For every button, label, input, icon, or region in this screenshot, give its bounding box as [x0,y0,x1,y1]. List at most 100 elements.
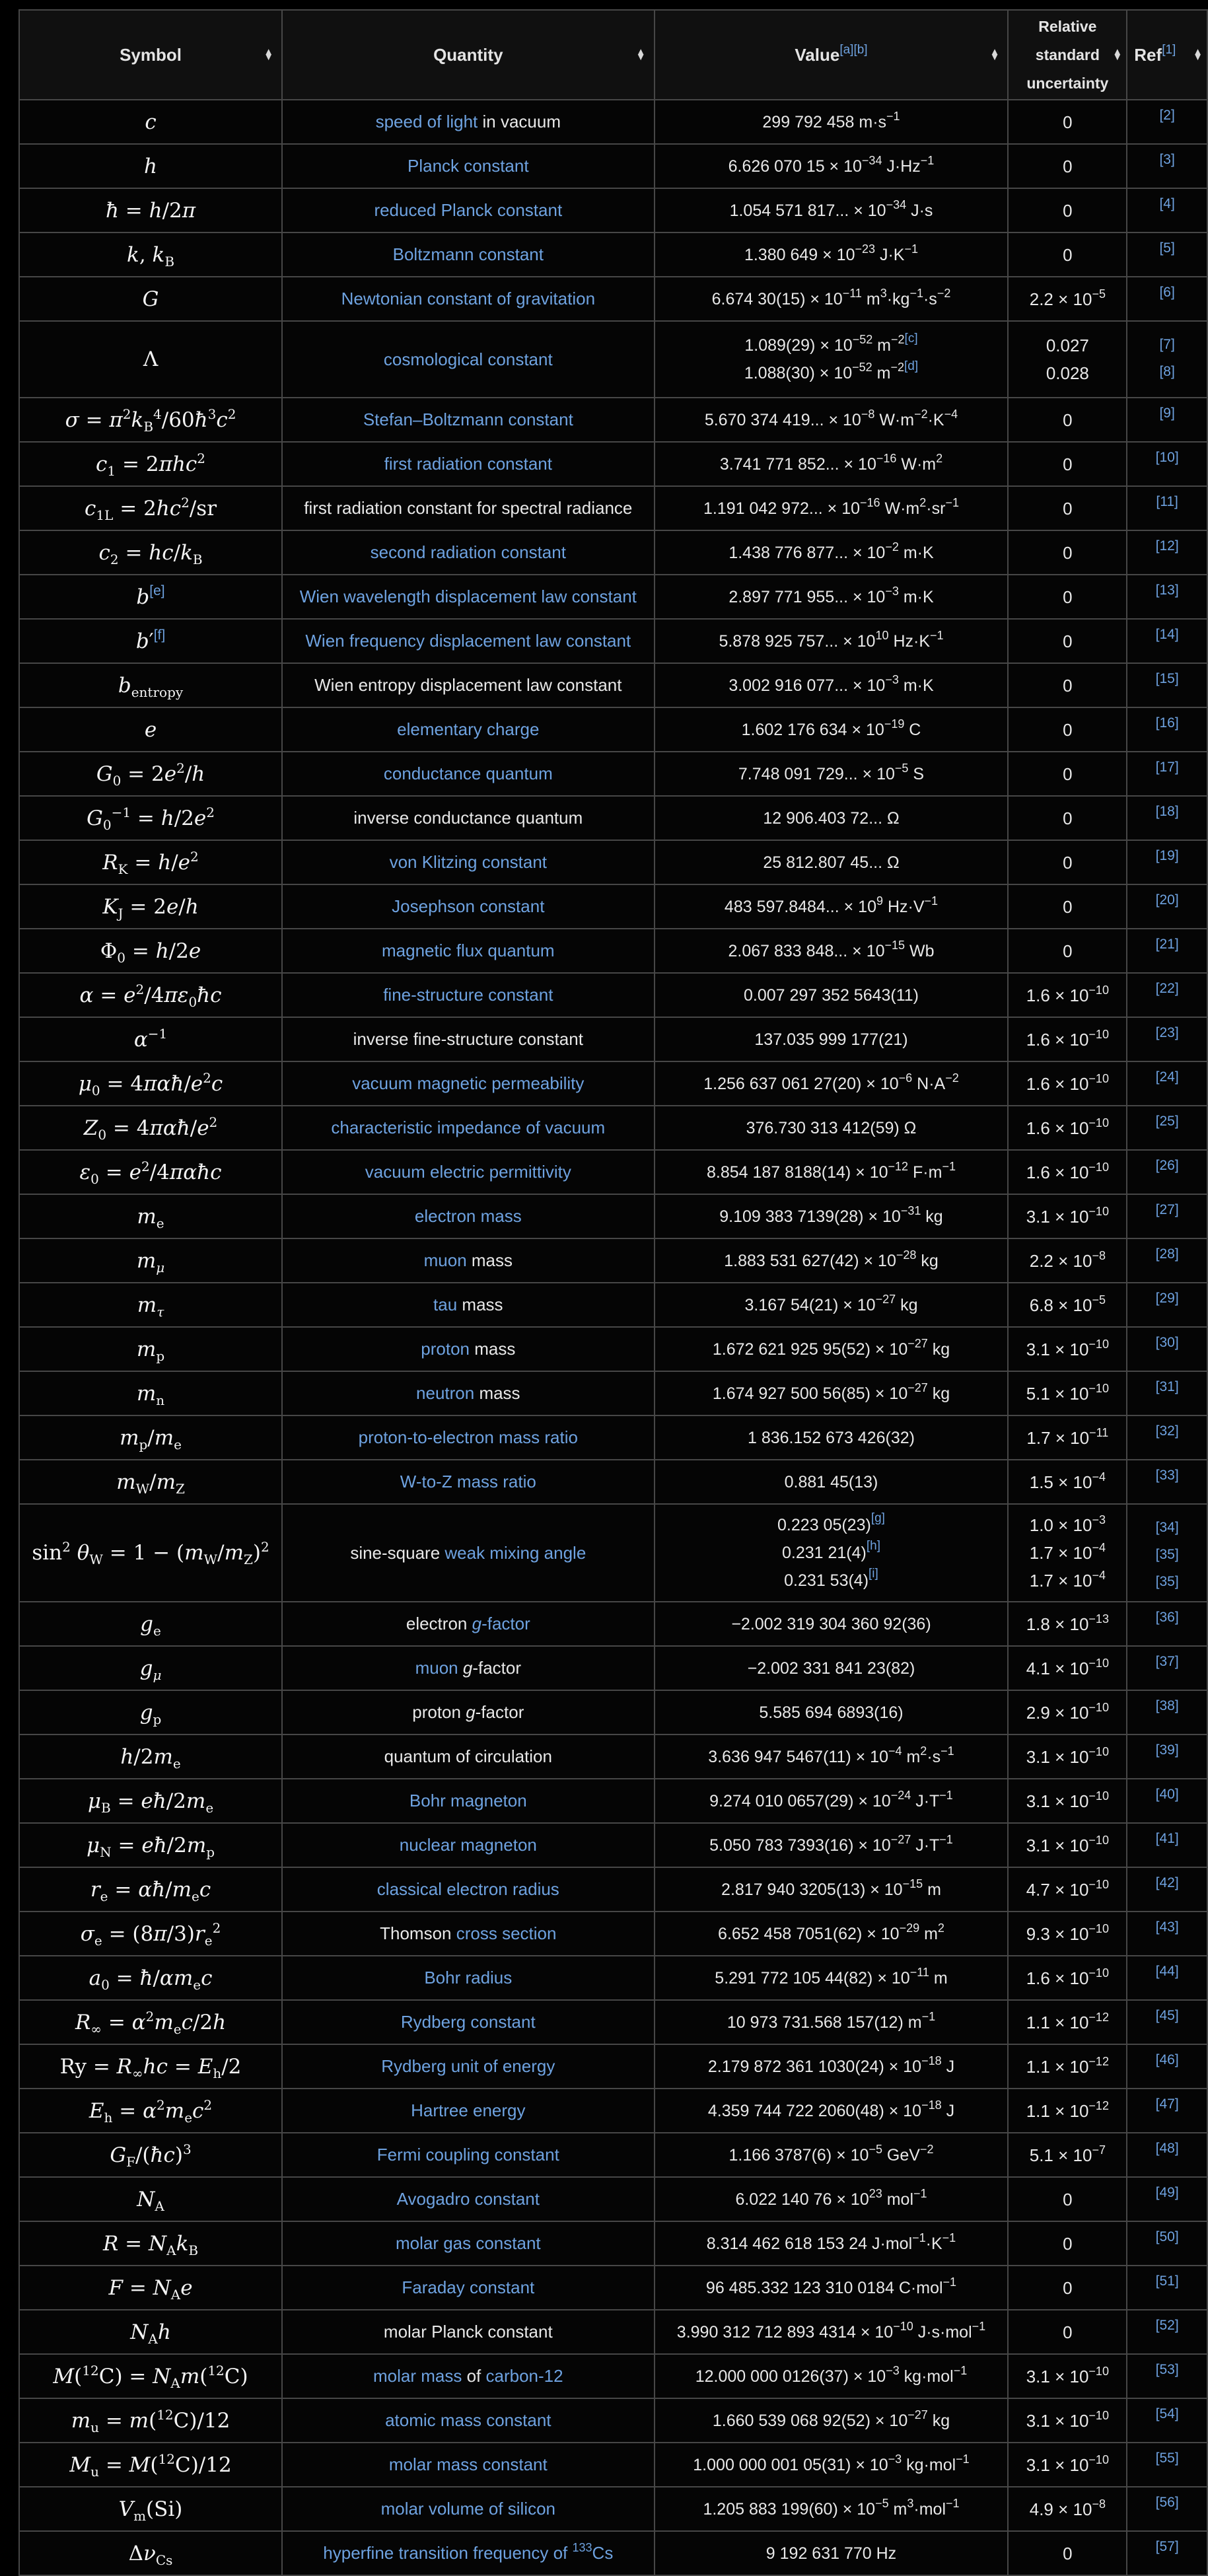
reference-link[interactable]: [57] [1131,2540,1203,2554]
reference-link[interactable]: [49] [1131,2186,1203,2200]
quantity-link[interactable]: proton-to-electron mass ratio [359,1427,578,1447]
quantity-link[interactable]: Fermi coupling constant [377,2145,559,2165]
reference-link[interactable]: [34] [1131,1514,1203,1541]
quantity-link[interactable]: Rydberg constant [401,2012,536,2032]
quantity-link[interactable]: molar mass [373,2366,462,2386]
reference-link[interactable]: [2] [1131,108,1203,122]
quantity-link[interactable]: Josephson constant [392,896,544,916]
quantity-link[interactable]: elementary charge [397,719,539,739]
reference-link[interactable]: [24] [1131,1070,1203,1084]
reference-link[interactable]: [52] [1131,2318,1203,2332]
reference-link[interactable]: [31] [1131,1380,1203,1394]
quantity-link[interactable]: conductance quantum [384,764,553,783]
quantity-link[interactable]: magnetic flux quantum [382,941,555,960]
quantity-link[interactable]: Wien wavelength displacement law constan… [300,587,637,606]
reference-link[interactable]: [38] [1131,1699,1203,1713]
reference-link[interactable]: [44] [1131,1964,1203,1978]
reference-link[interactable]: [35] [1131,1541,1203,1568]
reference-link[interactable]: [48] [1131,2141,1203,2155]
reference-link[interactable]: [56] [1131,2495,1203,2509]
reference-link[interactable]: [43] [1131,1920,1203,1934]
quantity-link[interactable]: nuclear magneton [400,1835,537,1855]
quantity-link[interactable]: molar volume of silicon [381,2499,555,2519]
column-header-ref[interactable]: Ref[1] ▲ ▼ [1126,9,1208,100]
reference-link[interactable]: [7] [1131,331,1203,358]
value-footnote-link[interactable]: [a][b] [839,43,867,57]
reference-link[interactable]: [46] [1131,2053,1203,2067]
quantity-link[interactable]: electron mass [415,1206,522,1226]
footnote-link[interactable]: [f] [154,627,166,643]
quantity-link[interactable]: characteristic impedance of vacuum [331,1118,605,1137]
reference-link[interactable]: [14] [1131,627,1203,641]
column-header-value[interactable]: Value[a][b] ▲ ▼ [653,9,1009,100]
reference-link[interactable]: [36] [1131,1610,1203,1624]
quantity-link[interactable]: hyperfine transition frequency of 133Cs [323,2542,613,2563]
quantity-link[interactable]: -factor [481,1614,530,1633]
reference-link[interactable]: [54] [1131,2407,1203,2421]
quantity-link[interactable]: Wien frequency displacement law constant [305,631,631,651]
reference-link[interactable]: [37] [1131,1655,1203,1668]
reference-link[interactable]: [9] [1131,406,1203,420]
quantity-link[interactable]: atomic mass constant [385,2410,551,2430]
quantity-link[interactable]: W-to-Z mass ratio [400,1472,536,1491]
reference-link[interactable]: [40] [1131,1787,1203,1801]
quantity-link[interactable]: cross section [456,1923,557,1943]
quantity-link[interactable]: reduced Planck constant [374,200,562,220]
reference-link[interactable]: [8] [1131,358,1203,385]
quantity-link[interactable]: Planck constant [408,156,529,176]
reference-link[interactable]: [41] [1131,1832,1203,1845]
reference-link[interactable]: [26] [1131,1159,1203,1172]
reference-link[interactable]: [23] [1131,1026,1203,1040]
quantity-link[interactable]: second radiation constant [371,542,566,562]
quantity-link[interactable]: Boltzmann constant [393,244,544,264]
reference-link[interactable]: [19] [1131,849,1203,863]
quantity-link[interactable]: Rydberg unit of energy [381,2056,555,2076]
quantity-link[interactable]: Avogadro constant [397,2189,540,2209]
reference-link[interactable]: [27] [1131,1203,1203,1217]
quantity-link[interactable]: tau [433,1295,457,1314]
reference-link[interactable]: [15] [1131,672,1203,686]
reference-link[interactable]: [50] [1131,2230,1203,2244]
quantity-link[interactable]: Bohr magneton [409,1791,527,1810]
quantity-link[interactable]: cosmological constant [384,349,553,369]
reference-link[interactable]: [53] [1131,2363,1203,2377]
ref-footnote-link[interactable]: [1] [1162,43,1176,57]
footnote-link[interactable]: [c] [905,332,918,345]
column-header-symbol[interactable]: Symbol ▲ ▼ [18,9,283,100]
footnote-link[interactable]: [i] [869,1567,878,1581]
quantity-link[interactable]: muon [415,1658,463,1678]
sort-updown-icon[interactable]: ▲ ▼ [1112,47,1122,62]
reference-link[interactable]: [42] [1131,1876,1203,1890]
reference-link[interactable]: [25] [1131,1114,1203,1128]
reference-link[interactable]: [17] [1131,760,1203,774]
reference-link[interactable]: [33] [1131,1468,1203,1482]
quantity-link[interactable]: vacuum magnetic permeability [352,1073,584,1093]
quantity-link[interactable]: Faraday constant [402,2277,534,2297]
reference-link[interactable]: [6] [1131,285,1203,299]
reference-link[interactable]: [22] [1131,982,1203,995]
sort-updown-icon[interactable]: ▲ ▼ [990,47,1000,62]
quantity-link[interactable]: Hartree energy [411,2100,525,2120]
reference-link[interactable]: [32] [1131,1424,1203,1438]
footnote-link[interactable]: [d] [904,359,918,373]
footnote-link[interactable]: [h] [867,1539,880,1553]
quantity-link[interactable]: vacuum electric permittivity [365,1162,571,1182]
quantity-link[interactable]: Bohr radius [424,1968,512,1987]
quantity-link[interactable]: muon [424,1250,467,1270]
reference-link[interactable]: [13] [1131,583,1203,597]
column-header-uncertainty[interactable]: Relative standard uncertainty ▲ ▼ [1007,9,1128,100]
reference-link[interactable]: [28] [1131,1247,1203,1261]
reference-link[interactable]: [35] [1131,1568,1203,1595]
reference-link[interactable]: [11] [1131,495,1203,509]
reference-link[interactable]: [29] [1131,1291,1203,1305]
reference-link[interactable]: [18] [1131,805,1203,818]
reference-link[interactable]: [51] [1131,2274,1203,2288]
footnote-link[interactable]: [g] [871,1511,885,1525]
quantity-link[interactable]: carbon-12 [486,2366,563,2386]
quantity-link[interactable]: fine-structure constant [383,985,553,1005]
quantity-link[interactable]: neutron [416,1383,474,1403]
quantity-link[interactable]: weak mixing angle [444,1543,586,1563]
reference-link[interactable]: [21] [1131,937,1203,951]
sort-updown-icon[interactable]: ▲ ▼ [264,47,273,62]
quantity-link[interactable]: Newtonian constant of gravitation [341,289,595,308]
